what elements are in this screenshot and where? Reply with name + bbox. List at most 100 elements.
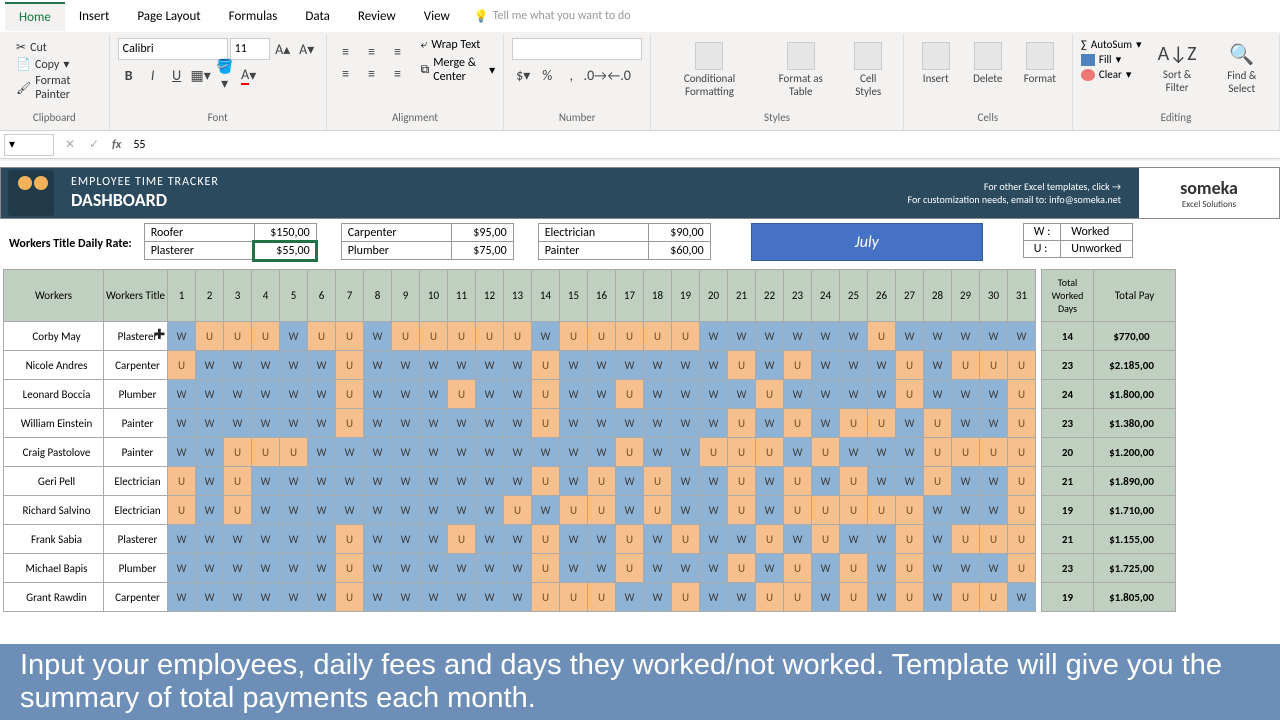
delete-button[interactable]: Delete <box>964 38 1012 89</box>
cell-day[interactable]: U <box>532 525 560 554</box>
cell-day[interactable]: W <box>952 322 980 351</box>
cell-day[interactable]: U <box>588 322 616 351</box>
cell-day[interactable]: W <box>196 554 224 583</box>
cell-day[interactable]: W <box>560 525 588 554</box>
cell-day[interactable]: W <box>280 525 308 554</box>
cell-total-days[interactable]: 19 <box>1042 496 1094 525</box>
cell-day[interactable]: W <box>280 554 308 583</box>
cell-day[interactable]: W <box>644 525 672 554</box>
cell-day[interactable]: W <box>868 467 896 496</box>
cell-total-days[interactable]: 23 <box>1042 554 1094 583</box>
cell-day[interactable]: W <box>644 438 672 467</box>
cell-day[interactable]: U <box>588 467 616 496</box>
cell-day[interactable]: W <box>868 380 896 409</box>
cell-day[interactable]: U <box>644 496 672 525</box>
templates-link[interactable]: For other Excel templates, click → <box>984 180 1121 193</box>
cell-day[interactable]: W <box>392 380 420 409</box>
cell-day[interactable]: W <box>364 322 392 351</box>
cell-day[interactable]: W <box>224 409 252 438</box>
col-day-26[interactable]: 26 <box>868 270 896 322</box>
cell-day[interactable]: W <box>448 409 476 438</box>
tab-review[interactable]: Review <box>344 3 410 30</box>
cell-day[interactable]: U <box>952 583 980 612</box>
col-day-18[interactable]: 18 <box>644 270 672 322</box>
cell-day[interactable]: W <box>308 351 336 380</box>
rate-value-cell[interactable]: $75,00 <box>451 242 513 260</box>
cell-day[interactable]: W <box>392 409 420 438</box>
cell-day[interactable]: W <box>672 351 700 380</box>
align-middle[interactable]: ≡ <box>361 40 383 62</box>
cell-day[interactable]: U <box>168 467 196 496</box>
cond-format-button[interactable]: Conditional Formatting <box>659 38 760 102</box>
cell-day[interactable]: U <box>980 351 1008 380</box>
cell-day[interactable]: W <box>364 351 392 380</box>
cell-day[interactable]: U <box>784 351 812 380</box>
cell-day[interactable]: W <box>476 409 504 438</box>
cell-day[interactable]: W <box>700 351 728 380</box>
cell-total-days[interactable]: 20 <box>1042 438 1094 467</box>
cell-day[interactable]: W <box>280 409 308 438</box>
rate-value-cell[interactable]: $150,00 <box>254 224 316 242</box>
cell-day[interactable]: W <box>420 554 448 583</box>
cell-day[interactable]: W <box>308 496 336 525</box>
cell-day[interactable]: U <box>532 467 560 496</box>
cell-day[interactable]: U <box>980 438 1008 467</box>
cell-day[interactable]: W <box>364 525 392 554</box>
cell-day[interactable]: W <box>616 409 644 438</box>
cell-day[interactable]: W <box>560 438 588 467</box>
col-day-5[interactable]: 5 <box>280 270 308 322</box>
cell-total-pay[interactable]: $1.200,00 <box>1094 438 1176 467</box>
cell-day[interactable]: U <box>924 409 952 438</box>
cell-day[interactable]: W <box>308 409 336 438</box>
cell-worker-name[interactable]: Frank Sabia <box>4 525 104 554</box>
cell-day[interactable]: W <box>504 467 532 496</box>
cell-day[interactable]: W <box>420 380 448 409</box>
cell-total-days[interactable]: 23 <box>1042 409 1094 438</box>
cell-worker-title[interactable]: Carpenter <box>104 351 168 380</box>
cell-total-days[interactable]: 21 <box>1042 467 1094 496</box>
cell-day[interactable]: W <box>644 380 672 409</box>
cell-day[interactable]: U <box>672 322 700 351</box>
cell-day[interactable]: W <box>420 525 448 554</box>
cell-day[interactable]: U <box>924 467 952 496</box>
cell-worker-title[interactable]: Plasterer <box>104 525 168 554</box>
cell-day[interactable]: W <box>280 322 308 351</box>
cell-total-pay[interactable]: $1.380,00 <box>1094 409 1176 438</box>
cell-day[interactable]: W <box>728 380 756 409</box>
cell-day[interactable]: W <box>224 554 252 583</box>
cell-day[interactable]: U <box>616 322 644 351</box>
rate-name-cell[interactable]: Painter <box>538 242 648 260</box>
cell-day[interactable]: W <box>392 583 420 612</box>
cell-day[interactable]: W <box>280 351 308 380</box>
cell-day[interactable]: W <box>980 467 1008 496</box>
cell-day[interactable]: W <box>560 409 588 438</box>
cell-day[interactable]: W <box>308 467 336 496</box>
cancel-formula-button[interactable]: ✕ <box>58 137 82 152</box>
cell-day[interactable]: W <box>924 380 952 409</box>
cell-day[interactable]: U <box>784 554 812 583</box>
month-selector[interactable]: July <box>751 223 983 261</box>
cell-day[interactable]: W <box>532 438 560 467</box>
rate-value-cell[interactable]: $95,00 <box>451 224 513 242</box>
tab-home[interactable]: Home <box>5 2 65 31</box>
cell-day[interactable]: W <box>504 351 532 380</box>
cell-worker-name[interactable]: Corby May <box>4 322 104 351</box>
cell-day[interactable]: W <box>448 583 476 612</box>
cell-total-pay[interactable]: $1.710,00 <box>1094 496 1176 525</box>
cell-day[interactable]: W <box>784 322 812 351</box>
cell-day[interactable]: W <box>924 554 952 583</box>
cell-day[interactable]: W <box>280 467 308 496</box>
cell-total-days[interactable]: 19 <box>1042 583 1094 612</box>
cell-day[interactable]: W <box>700 322 728 351</box>
cell-day[interactable]: U <box>336 409 364 438</box>
col-day-25[interactable]: 25 <box>840 270 868 322</box>
cell-day[interactable]: U <box>728 554 756 583</box>
cell-day[interactable]: W <box>756 322 784 351</box>
cell-day[interactable]: W <box>868 351 896 380</box>
col-day-19[interactable]: 19 <box>672 270 700 322</box>
cell-day[interactable]: U <box>224 322 252 351</box>
rate-table-2[interactable]: Electrician$90,00Painter$60,00 <box>538 223 711 260</box>
insert-button[interactable]: Insert <box>912 38 960 89</box>
cell-day[interactable]: W <box>952 496 980 525</box>
cell-day[interactable]: W <box>812 409 840 438</box>
